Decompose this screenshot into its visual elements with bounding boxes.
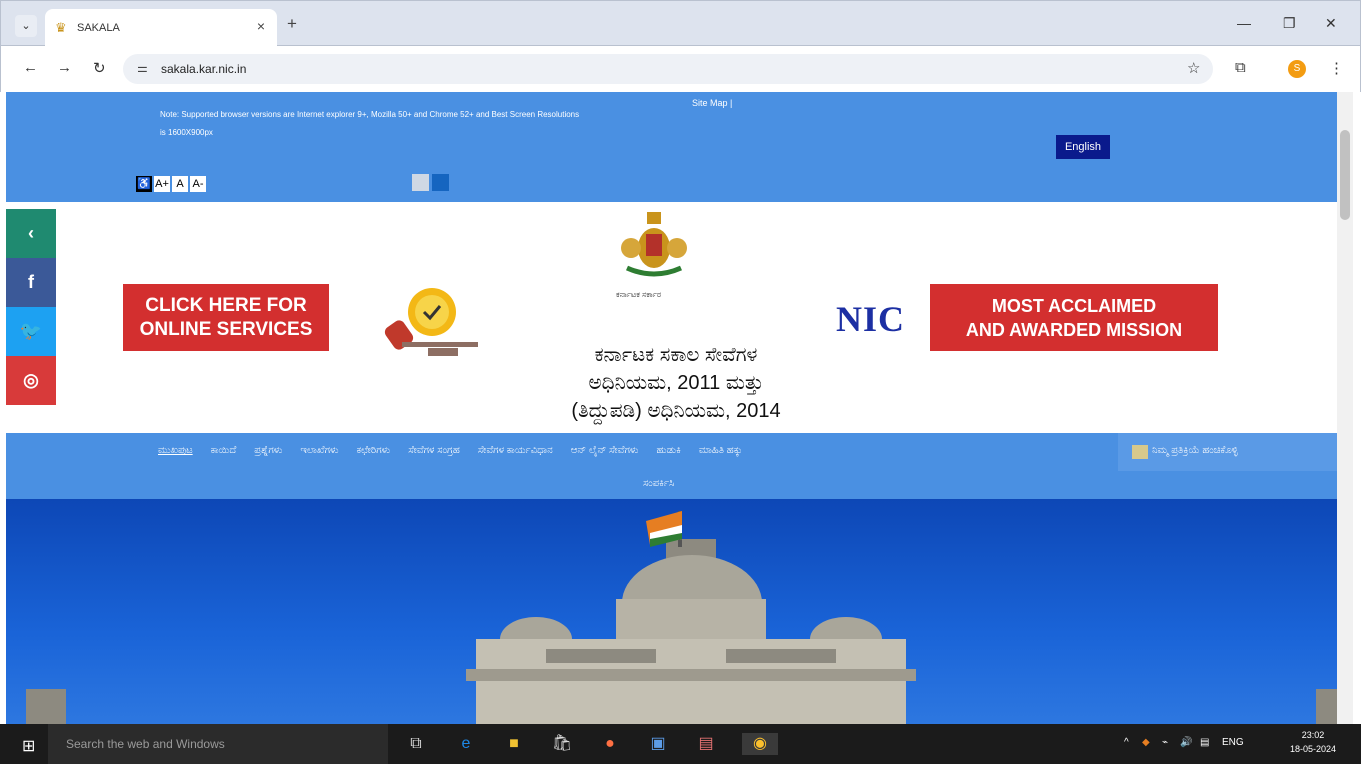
taskbar-clock[interactable]: 23:02 18-05-2024: [1278, 728, 1348, 756]
twitter-icon[interactable]: 🐦: [6, 307, 56, 356]
act-title-line1: ಕರ್ನಾಟಕ ಸಕಾಲ ಸೇವೆಗಳ: [594, 344, 758, 366]
emblem-favicon-icon: ♛: [55, 20, 67, 35]
nav-contact[interactable]: ಸಂಪರ್ಕಿಸಿ: [643, 478, 674, 489]
facebook-icon[interactable]: f: [6, 258, 56, 307]
nav-service-catalog[interactable]: ಸೇವೆಗಳ ಸಂಗ್ರಹ: [408, 445, 460, 456]
collapse-social-button[interactable]: ‹: [6, 209, 56, 258]
reload-icon[interactable]: ↻: [93, 59, 106, 77]
new-tab-button[interactable]: +: [287, 14, 297, 34]
language-toggle-button[interactable]: English: [1056, 135, 1110, 159]
firefox-icon[interactable]: ●: [598, 733, 622, 755]
theme-light-button[interactable]: [412, 174, 429, 191]
scroll-thumb[interactable]: [1340, 130, 1350, 220]
windows-taskbar: ⊞ Search the web and Windows ⧉ e ■ 🛍 ● ▣…: [0, 724, 1361, 764]
menu-kebab-icon[interactable]: ⋮: [1329, 59, 1344, 77]
office-icon[interactable]: ▤: [694, 733, 718, 755]
nav-act[interactable]: ಕಾಯಿದೆ: [211, 445, 237, 456]
extensions-icon[interactable]: ⧉: [1235, 59, 1246, 76]
theme-switcher: [392, 174, 449, 191]
theme-blue-button[interactable]: [392, 174, 409, 191]
act-title: ಕರ್ನಾಟಕ ಸಕಾಲ ಸೇವೆಗಳ ಅಧಿನಿಯಮ, 2011 ಮತ್ತು …: [476, 341, 876, 425]
url-text[interactable]: sakala.kar.nic.in: [161, 62, 246, 76]
social-sidebar: ‹ f 🐦 ◎: [6, 209, 56, 405]
address-bar: ← → ↻ ⚌ sakala.kar.nic.in ☆ ⧉ S ⋮: [0, 46, 1361, 92]
mission-line2: AND AWARDED MISSION: [965, 320, 1183, 340]
volume-icon[interactable]: 🔊: [1180, 737, 1192, 748]
profile-avatar[interactable]: S: [1288, 60, 1306, 78]
nav-online-services[interactable]: ಆನ್ ಲೈನ್ ಸೇವೆಗಳು: [571, 445, 639, 456]
karnataka-emblem-icon: [621, 212, 687, 277]
browser-support-note: Note: Supported browser versions are Int…: [160, 110, 580, 137]
browser-tab-bar: ⌄ ♛ SAKALA × + — ❐ ✕: [0, 0, 1361, 47]
tab-sakala[interactable]: ♛ SAKALA ×: [45, 9, 277, 47]
top-info-strip: Note: Supported browser versions are Int…: [6, 92, 1337, 202]
font-normal-button[interactable]: A: [172, 176, 188, 192]
vidhana-soudha-image: [26, 511, 1337, 724]
online-services-line1: CLICK HERE FOR: [145, 295, 307, 316]
clock-time: 23:02: [1301, 730, 1325, 740]
notifications-icon[interactable]: ▤: [1200, 737, 1209, 748]
accessibility-icon[interactable]: ♿: [136, 176, 152, 192]
taskbar-search-placeholder: Search the web and Windows: [66, 737, 225, 751]
back-icon[interactable]: ←: [23, 59, 38, 76]
page-viewport: Note: Supported browser versions are Int…: [6, 92, 1337, 724]
sakala-clock-logo-icon: [384, 288, 478, 356]
clock-date: 18-05-2024: [1289, 744, 1337, 754]
feedback-icon: [1132, 445, 1148, 459]
act-title-line3: (ತಿದ್ದುಪಡಿ) ಅಧಿನಿಯಮ, 2014: [571, 400, 781, 422]
close-tab-icon[interactable]: ×: [257, 18, 265, 34]
nav-service-procedure[interactable]: ಸೇವೆಗಳ ಕಾರ್ಯವಿಧಾನ: [478, 445, 553, 456]
nav-departments[interactable]: ಇಲಾಖೆಗಳು: [300, 445, 338, 456]
forward-icon[interactable]: →: [57, 59, 72, 76]
main-navbar: ಮುಖಪುಟ ಕಾಯಿದೆ ಪ್ರಶ್ನೆಗಳು ಇಲಾಖೆಗಳು ಕಛೇರಿಗ…: [6, 433, 1337, 499]
store-icon[interactable]: 🛍: [550, 733, 574, 755]
sitemap-link[interactable]: Site Map |: [692, 98, 732, 108]
language-indicator[interactable]: ENG: [1222, 737, 1244, 748]
photos-icon[interactable]: ▣: [646, 733, 670, 755]
tab-title: SAKALA: [77, 22, 120, 34]
close-window-icon[interactable]: ✕: [1325, 15, 1337, 32]
font-decrease-button[interactable]: A-: [190, 176, 206, 192]
network-icon[interactable]: ⌁: [1162, 737, 1168, 748]
act-title-line2: ಅಧಿನಿಯಮ, 2011 ಮತ್ತು: [588, 372, 764, 394]
url-field[interactable]: ⚌ sakala.kar.nic.in: [123, 54, 1213, 84]
tab-search-button[interactable]: ⌄: [15, 15, 37, 37]
feedback-label: ನಿಮ್ಮ ಪ್ರತಿಕ್ರಿಯೆ ಹಂಚಿಕೊಳ್ಳಿ: [1152, 445, 1238, 456]
file-explorer-icon[interactable]: ■: [502, 733, 526, 755]
instagram-icon[interactable]: ◎: [6, 356, 56, 405]
hero-banner-vidhana-soudha: [6, 499, 1337, 724]
nav-menu: ಮುಖಪುಟ ಕಾಯಿದೆ ಪ್ರಶ್ನೆಗಳು ಇಲಾಖೆಗಳು ಕಛೇರಿಗ…: [158, 445, 742, 456]
nic-logo: NIC: [836, 299, 906, 339]
site-info-icon[interactable]: ⚌: [137, 61, 148, 75]
taskbar-search-box[interactable]: Search the web and Windows: [48, 724, 388, 764]
chrome-icon[interactable]: ◉: [742, 733, 778, 755]
edge-icon[interactable]: e: [454, 733, 478, 755]
tray-app-icon[interactable]: ◆: [1142, 737, 1150, 748]
mission-line1: MOST ACCLAIMED: [991, 296, 1157, 316]
task-view-icon[interactable]: ⧉: [404, 733, 428, 755]
accessibility-controls: ♿ A+ A A-: [136, 176, 206, 192]
font-increase-button[interactable]: A+: [154, 176, 170, 192]
nav-offices[interactable]: ಕಛೇರಿಗಳು: [357, 445, 391, 456]
bookmark-star-icon[interactable]: ☆: [1187, 59, 1200, 77]
feedback-link[interactable]: ನಿಮ್ಮ ಪ್ರತಿಕ್ರಿಯೆ ಹಂಚಿಕೊಳ್ಳಿ: [1118, 433, 1337, 471]
nav-home[interactable]: ಮುಖಪುಟ: [158, 445, 193, 456]
tray-chevron-icon[interactable]: ^: [1124, 737, 1129, 748]
restore-icon[interactable]: ❐: [1283, 15, 1296, 32]
emblem-caption: ಕರ್ನಾಟಕ ಸರ್ಕಾರ: [616, 290, 662, 299]
nav-faq[interactable]: ಪ್ರಶ್ನೆಗಳು: [254, 445, 282, 456]
theme-dark-button[interactable]: [432, 174, 449, 191]
online-services-line2: ONLINE SERVICES: [139, 319, 313, 340]
awarded-mission-banner[interactable]: MOST ACCLAIMED AND AWARDED MISSION: [930, 284, 1218, 351]
page-scrollbar[interactable]: [1337, 92, 1353, 724]
online-services-button[interactable]: CLICK HERE FOR ONLINE SERVICES: [123, 284, 329, 351]
nav-rti[interactable]: ಮಾಹಿತಿ ಹಕ್ಕು: [699, 445, 743, 456]
windows-start-icon[interactable]: ⊞: [22, 736, 35, 756]
minimize-icon[interactable]: —: [1237, 15, 1251, 31]
nav-search[interactable]: ಹುಡುಕಿ: [656, 445, 680, 456]
